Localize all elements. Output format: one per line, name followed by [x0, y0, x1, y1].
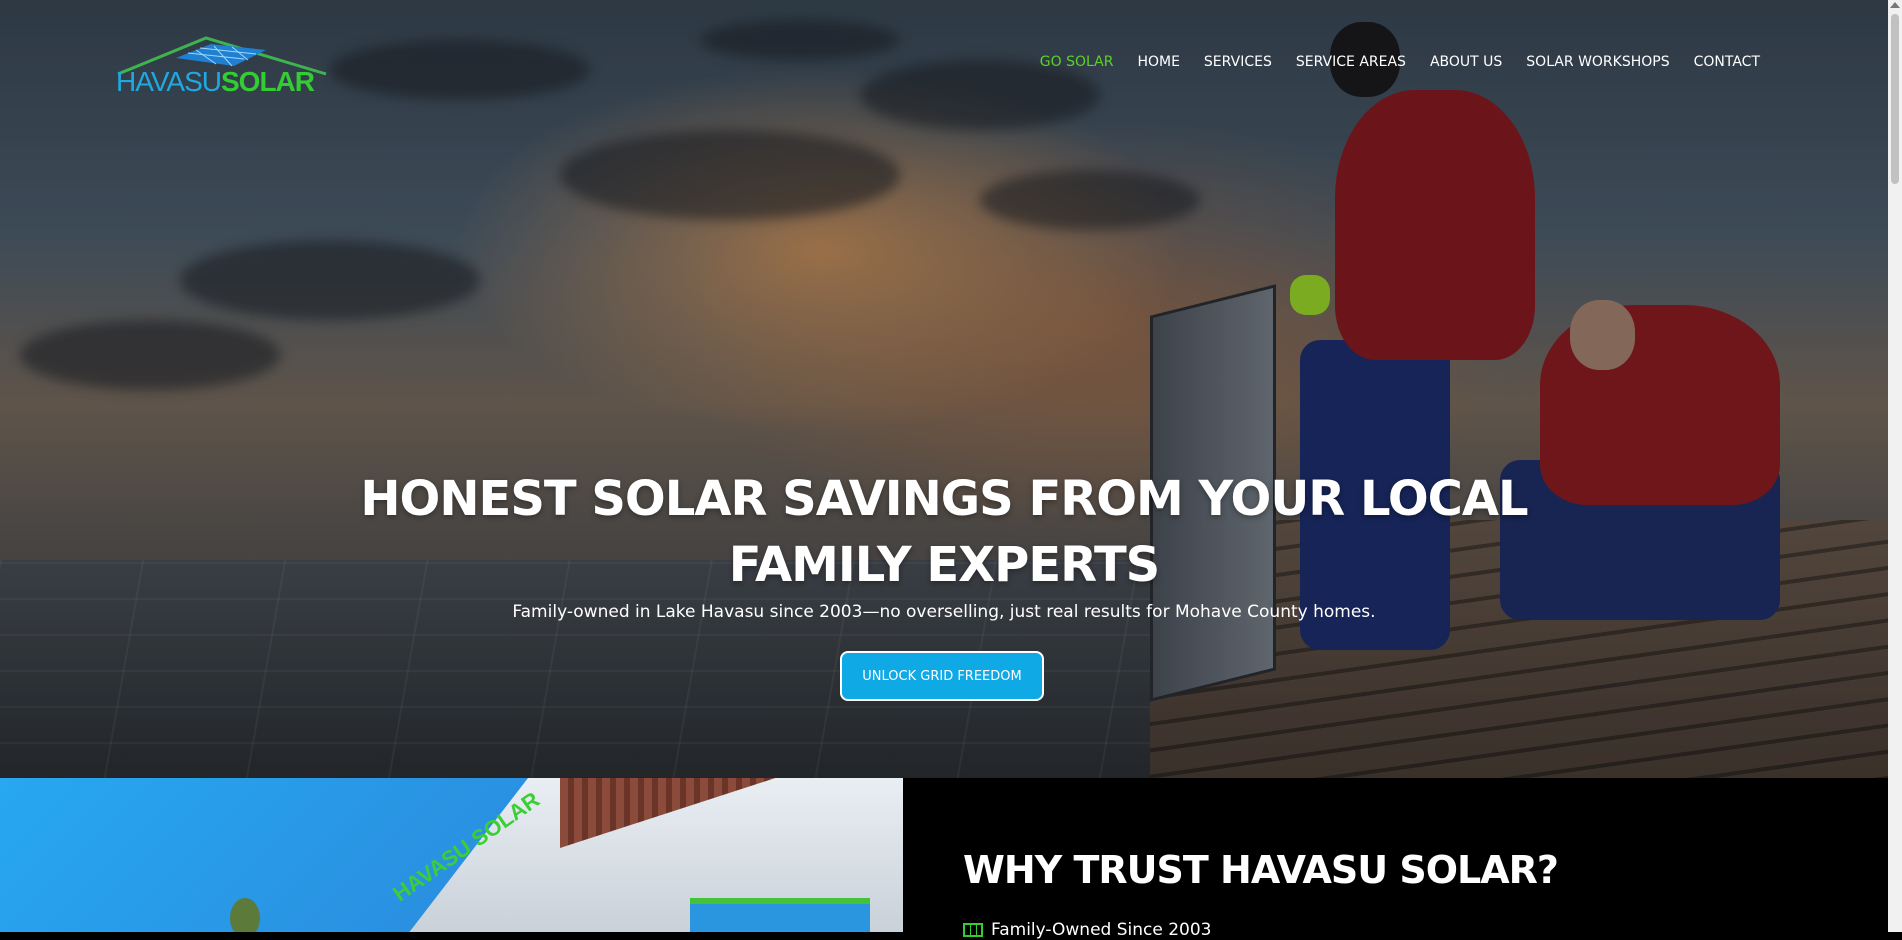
hero-title-line2: FAMILY EXPERTS: [728, 537, 1161, 593]
hero-subtitle: Family-owned in Lake Havasu since 2003—n…: [512, 602, 1376, 622]
hero-title-line1: HONEST SOLAR SAVINGS FROM YOUR LOCAL: [360, 471, 1528, 527]
logo-text-solar: SOLAR: [221, 66, 315, 97]
main-nav: GO SOLAR HOME SERVICES SERVICE AREAS ABO…: [1040, 54, 1760, 70]
solar-panel-icon: [963, 923, 983, 937]
logo-wordmark: HAVASUSOLAR: [116, 66, 315, 98]
nav-about-us[interactable]: ABOUT US: [1430, 54, 1502, 70]
unlock-grid-freedom-button[interactable]: UNLOCK GRID FREEDOM: [840, 651, 1044, 701]
nav-contact[interactable]: CONTACT: [1694, 54, 1760, 70]
hero-title: HONEST SOLAR SAVINGS FROM YOUR LOCAL FAM…: [0, 466, 1888, 598]
scroll-up-arrow-icon[interactable]: [1890, 2, 1900, 8]
nav-home[interactable]: HOME: [1137, 54, 1179, 70]
nav-service-areas[interactable]: SERVICE AREAS: [1296, 54, 1406, 70]
building-awning-image: [690, 898, 870, 932]
trust-item: Family-Owned Since 2003: [963, 920, 1212, 940]
nav-solar-workshops[interactable]: SOLAR WORKSHOPS: [1526, 54, 1669, 70]
why-trust-heading: WHY TRUST HAVASU SOLAR?: [963, 848, 1559, 892]
scrollbar-thumb[interactable]: [1891, 14, 1899, 184]
palm-tree-image: [230, 898, 260, 932]
logo-text-havasu: HAVASU: [116, 66, 222, 97]
office-building-photo: HAVASU SOLAR: [0, 778, 903, 932]
logo-link[interactable]: HAVASUSOLAR: [116, 36, 332, 98]
trust-item-label: Family-Owned Since 2003: [991, 920, 1212, 940]
hero-section: HAVASUSOLAR GO SOLAR HOME SERVICES SERVI…: [0, 0, 1888, 778]
nav-go-solar[interactable]: GO SOLAR: [1040, 54, 1114, 70]
nav-services[interactable]: SERVICES: [1204, 54, 1272, 70]
page-scrollbar[interactable]: [1888, 0, 1902, 932]
